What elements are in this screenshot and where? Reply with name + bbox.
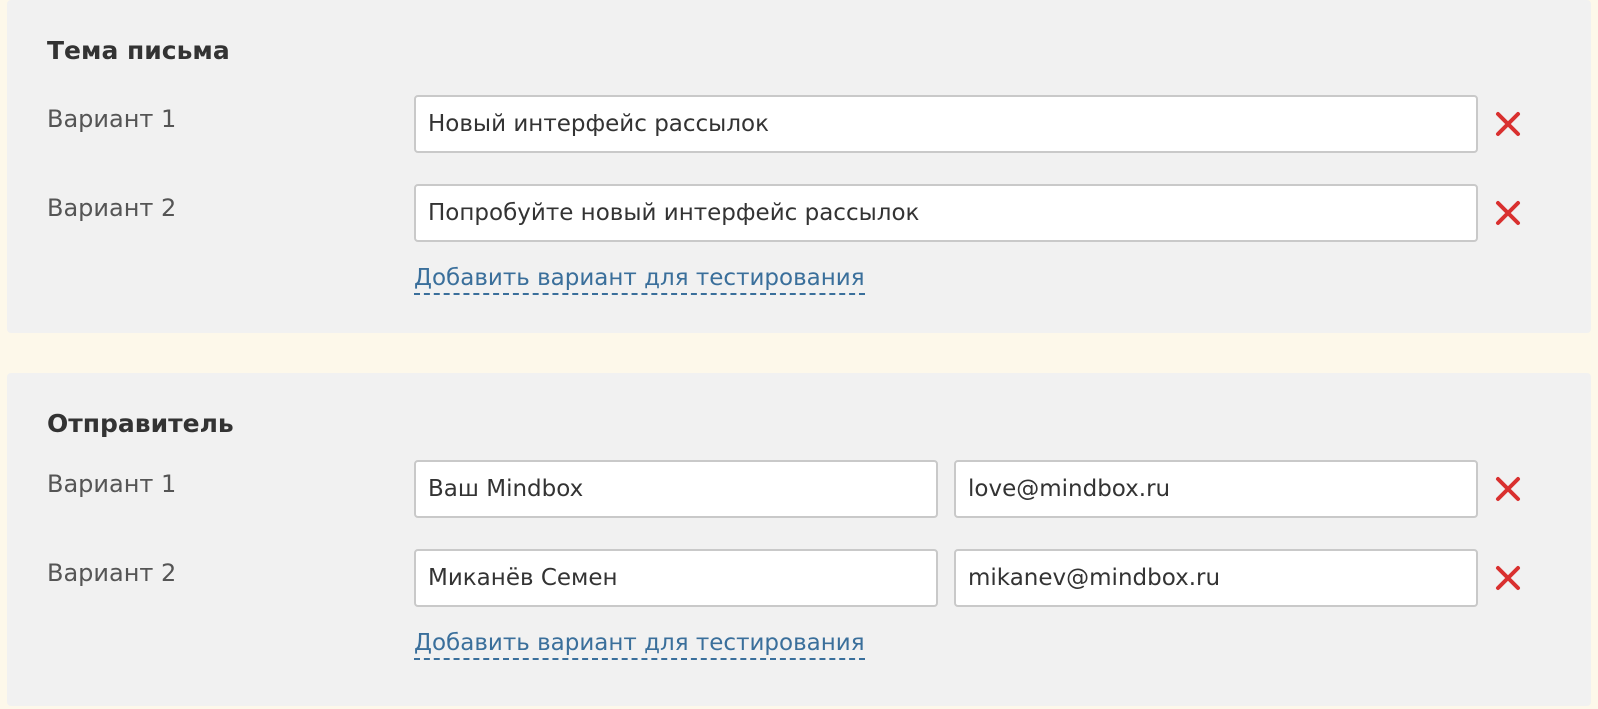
add-subject-variant-link[interactable]: Добавить вариант для тестирования [414,265,865,295]
variant-label: Вариант 2 [47,559,177,587]
close-icon [1496,201,1520,225]
remove-subject-variant-1-button[interactable] [1494,110,1522,138]
sender-variant-row-2: Вариант 2 [7,549,1591,609]
subject-variant-row-2: Вариант 2 [7,184,1591,244]
subject-variant-row-1: Вариант 1 [7,95,1591,155]
sender-name-input-2[interactable] [414,549,938,607]
sender-name-input-1[interactable] [414,460,938,518]
variant-label: Вариант 1 [47,105,177,133]
sender-section: Отправитель Вариант 1 Вариант 2 Добавить… [7,373,1591,706]
remove-subject-variant-2-button[interactable] [1494,199,1522,227]
sender-email-input-2[interactable] [954,549,1478,607]
close-icon [1496,477,1520,501]
close-icon [1496,112,1520,136]
add-sender-variant-link[interactable]: Добавить вариант для тестирования [414,630,865,660]
remove-sender-variant-2-button[interactable] [1494,564,1522,592]
subject-input-2[interactable] [414,184,1478,242]
remove-sender-variant-1-button[interactable] [1494,475,1522,503]
close-icon [1496,566,1520,590]
sender-email-input-1[interactable] [954,460,1478,518]
section-title: Тема письма [47,36,230,65]
section-title: Отправитель [47,409,234,438]
variant-label: Вариант 1 [47,470,177,498]
subject-section: Тема письма Вариант 1 Вариант 2 Добавить… [7,0,1591,333]
subject-input-1[interactable] [414,95,1478,153]
variant-label: Вариант 2 [47,194,177,222]
sender-variant-row-1: Вариант 1 [7,460,1591,520]
